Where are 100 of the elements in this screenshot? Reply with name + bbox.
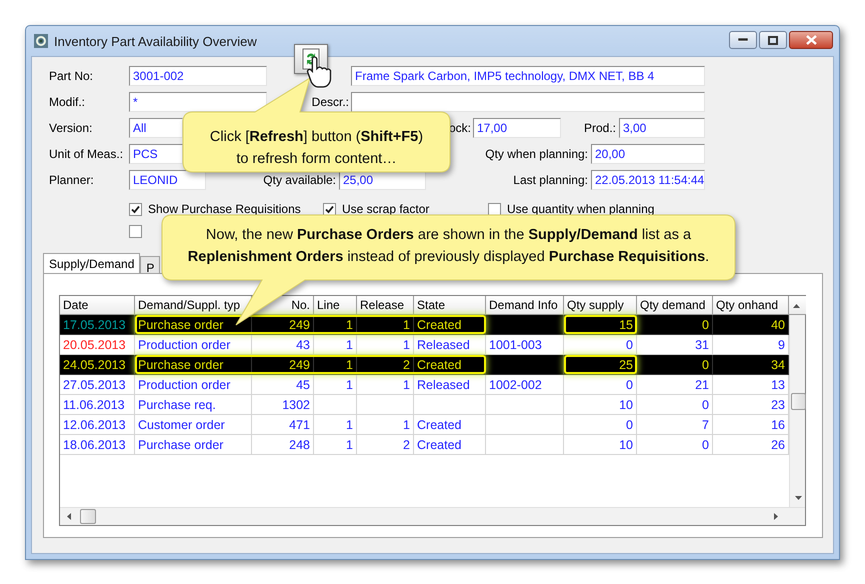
input-field[interactable]: * xyxy=(129,92,267,112)
table-cell: 471 xyxy=(252,415,314,435)
table-cell: 1 xyxy=(357,335,414,355)
left-arrow-icon[interactable] xyxy=(66,512,72,521)
down-arrow-icon[interactable] xyxy=(794,495,803,501)
column-header[interactable]: Qty onhand xyxy=(713,296,789,315)
table-cell: 11.06.2013 xyxy=(60,395,135,415)
column-header[interactable]: Line xyxy=(314,296,357,315)
field-label: Planner: xyxy=(49,173,95,187)
checkbox-label: Use scrap factor xyxy=(342,202,430,216)
table-cell: 17.05.2013 xyxy=(60,315,135,335)
input-field[interactable]: 22.05.2013 11:54:44 xyxy=(591,170,705,190)
table-cell: 0 xyxy=(564,415,637,435)
vertical-scrollbar[interactable] xyxy=(789,315,805,507)
tab[interactable]: Supply/Demand xyxy=(43,253,140,273)
table-cell: 1 xyxy=(357,415,414,435)
table-cell: 1302 xyxy=(252,395,314,415)
checkbox-label: Show Purchase Requisitions xyxy=(148,202,301,216)
callout-text: Now, the new Purchase Orders are shown in the Supply/Demand list as a Replenishment Orders instead of previously displayed Purchase Requisitions. xyxy=(186,226,710,267)
horizontal-scrollbar[interactable] xyxy=(60,507,805,525)
table-cell: 10 xyxy=(564,435,637,455)
table-cell: 1 xyxy=(314,435,357,455)
table-cell: Production order xyxy=(135,375,252,395)
column-header[interactable]: Qty demand xyxy=(637,296,713,315)
input-field[interactable] xyxy=(351,92,705,112)
field-label: Unit of Meas.: xyxy=(49,147,124,161)
column-header[interactable]: State xyxy=(414,296,486,315)
input-field[interactable]: LEONID xyxy=(129,170,206,190)
table-cell: Production order xyxy=(135,335,252,355)
field-label: Prod.: xyxy=(582,121,616,135)
column-header[interactable]: Date xyxy=(60,296,135,315)
combo-box[interactable]: All xyxy=(129,118,183,138)
scrollbar-thumb[interactable] xyxy=(80,509,96,524)
table-cell: 0 xyxy=(637,435,713,455)
checkbox[interactable] xyxy=(129,224,142,238)
checkbox-label: Use quantity when planning xyxy=(507,202,654,216)
field-label: Descr.: xyxy=(310,95,349,109)
close-icon xyxy=(806,35,816,45)
input-field[interactable]: Frame Spark Carbon, IMP5 technology, DMX NET, BB 4 xyxy=(351,66,705,86)
table-cell: 2 xyxy=(357,435,414,455)
table-cell: 1 xyxy=(357,375,414,395)
table-cell xyxy=(314,395,357,415)
table-cell: Customer order xyxy=(135,415,252,435)
minimize-button[interactable] xyxy=(729,31,757,49)
table-cell: 1 xyxy=(314,415,357,435)
table-cell: 0 xyxy=(637,355,713,375)
table-cell: 12.06.2013 xyxy=(60,415,135,435)
close-button[interactable] xyxy=(789,31,833,49)
table-cell: 24.05.2013 xyxy=(60,355,135,375)
scroll-up-button[interactable] xyxy=(789,296,806,315)
table-cell: 18.06.2013 xyxy=(60,435,135,455)
table-cell: 0 xyxy=(637,315,713,335)
table-cell: 45 xyxy=(252,375,314,395)
table-cell: Released xyxy=(414,335,486,355)
table-cell: 21 xyxy=(637,375,713,395)
callout-text: Click [Refresh] button (Shift+F5) to refresh form content… xyxy=(208,128,424,169)
table-cell xyxy=(357,395,414,415)
checkbox[interactable] xyxy=(488,202,501,216)
table-cell: 1002-002 xyxy=(486,375,564,395)
column-header[interactable]: Release xyxy=(357,296,414,315)
app-icon xyxy=(33,33,49,49)
table-cell: Released xyxy=(414,375,486,395)
field-label: Last planning: xyxy=(512,173,588,187)
table-cell: 248 xyxy=(252,435,314,455)
table-cell: 0 xyxy=(637,395,713,415)
column-header[interactable]: Demand Info xyxy=(486,296,564,315)
table-cell: 10 xyxy=(564,395,637,415)
input-field[interactable]: 3,00 xyxy=(619,118,705,138)
table-cell: Purchase order xyxy=(135,435,252,455)
table-cell: Created xyxy=(414,415,486,435)
table-cell: 43 xyxy=(252,335,314,355)
minimize-icon xyxy=(738,38,748,42)
field-label: Qty available: xyxy=(262,173,336,187)
up-arrow-icon xyxy=(792,303,801,309)
table-cell: 7 xyxy=(637,415,713,435)
table-cell: 1 xyxy=(314,335,357,355)
table-cell: 40 xyxy=(713,315,789,335)
checkbox[interactable] xyxy=(323,202,336,216)
column-header[interactable]: Demand/Suppl. typ xyxy=(135,296,252,315)
field-label: Modif.: xyxy=(49,95,86,109)
right-arrow-icon[interactable] xyxy=(773,512,779,521)
input-field[interactable]: PCS xyxy=(129,144,183,164)
table-cell xyxy=(414,395,486,415)
scrollbar-thumb[interactable] xyxy=(791,393,806,410)
input-field[interactable]: 3001-002 xyxy=(129,66,267,86)
window-title: Inventory Part Availability Overview xyxy=(54,34,257,48)
table-cell: 0 xyxy=(564,335,637,355)
table-cell: 1 xyxy=(314,375,357,395)
tab[interactable]: P xyxy=(140,256,160,273)
checkbox[interactable] xyxy=(129,202,142,216)
table-cell: 0 xyxy=(564,375,637,395)
maximize-button[interactable] xyxy=(759,31,787,49)
column-header[interactable]: Qty supply xyxy=(564,296,637,315)
table-cell: Created xyxy=(414,435,486,455)
table-cell: 27.05.2013 xyxy=(60,375,135,395)
input-field[interactable]: 20,00 xyxy=(591,144,705,164)
field-label: Qty when planning: xyxy=(484,147,588,161)
table-cell: Purchase req. xyxy=(135,395,252,415)
input-field[interactable]: 17,00 xyxy=(473,118,561,138)
maximize-icon xyxy=(768,36,778,44)
